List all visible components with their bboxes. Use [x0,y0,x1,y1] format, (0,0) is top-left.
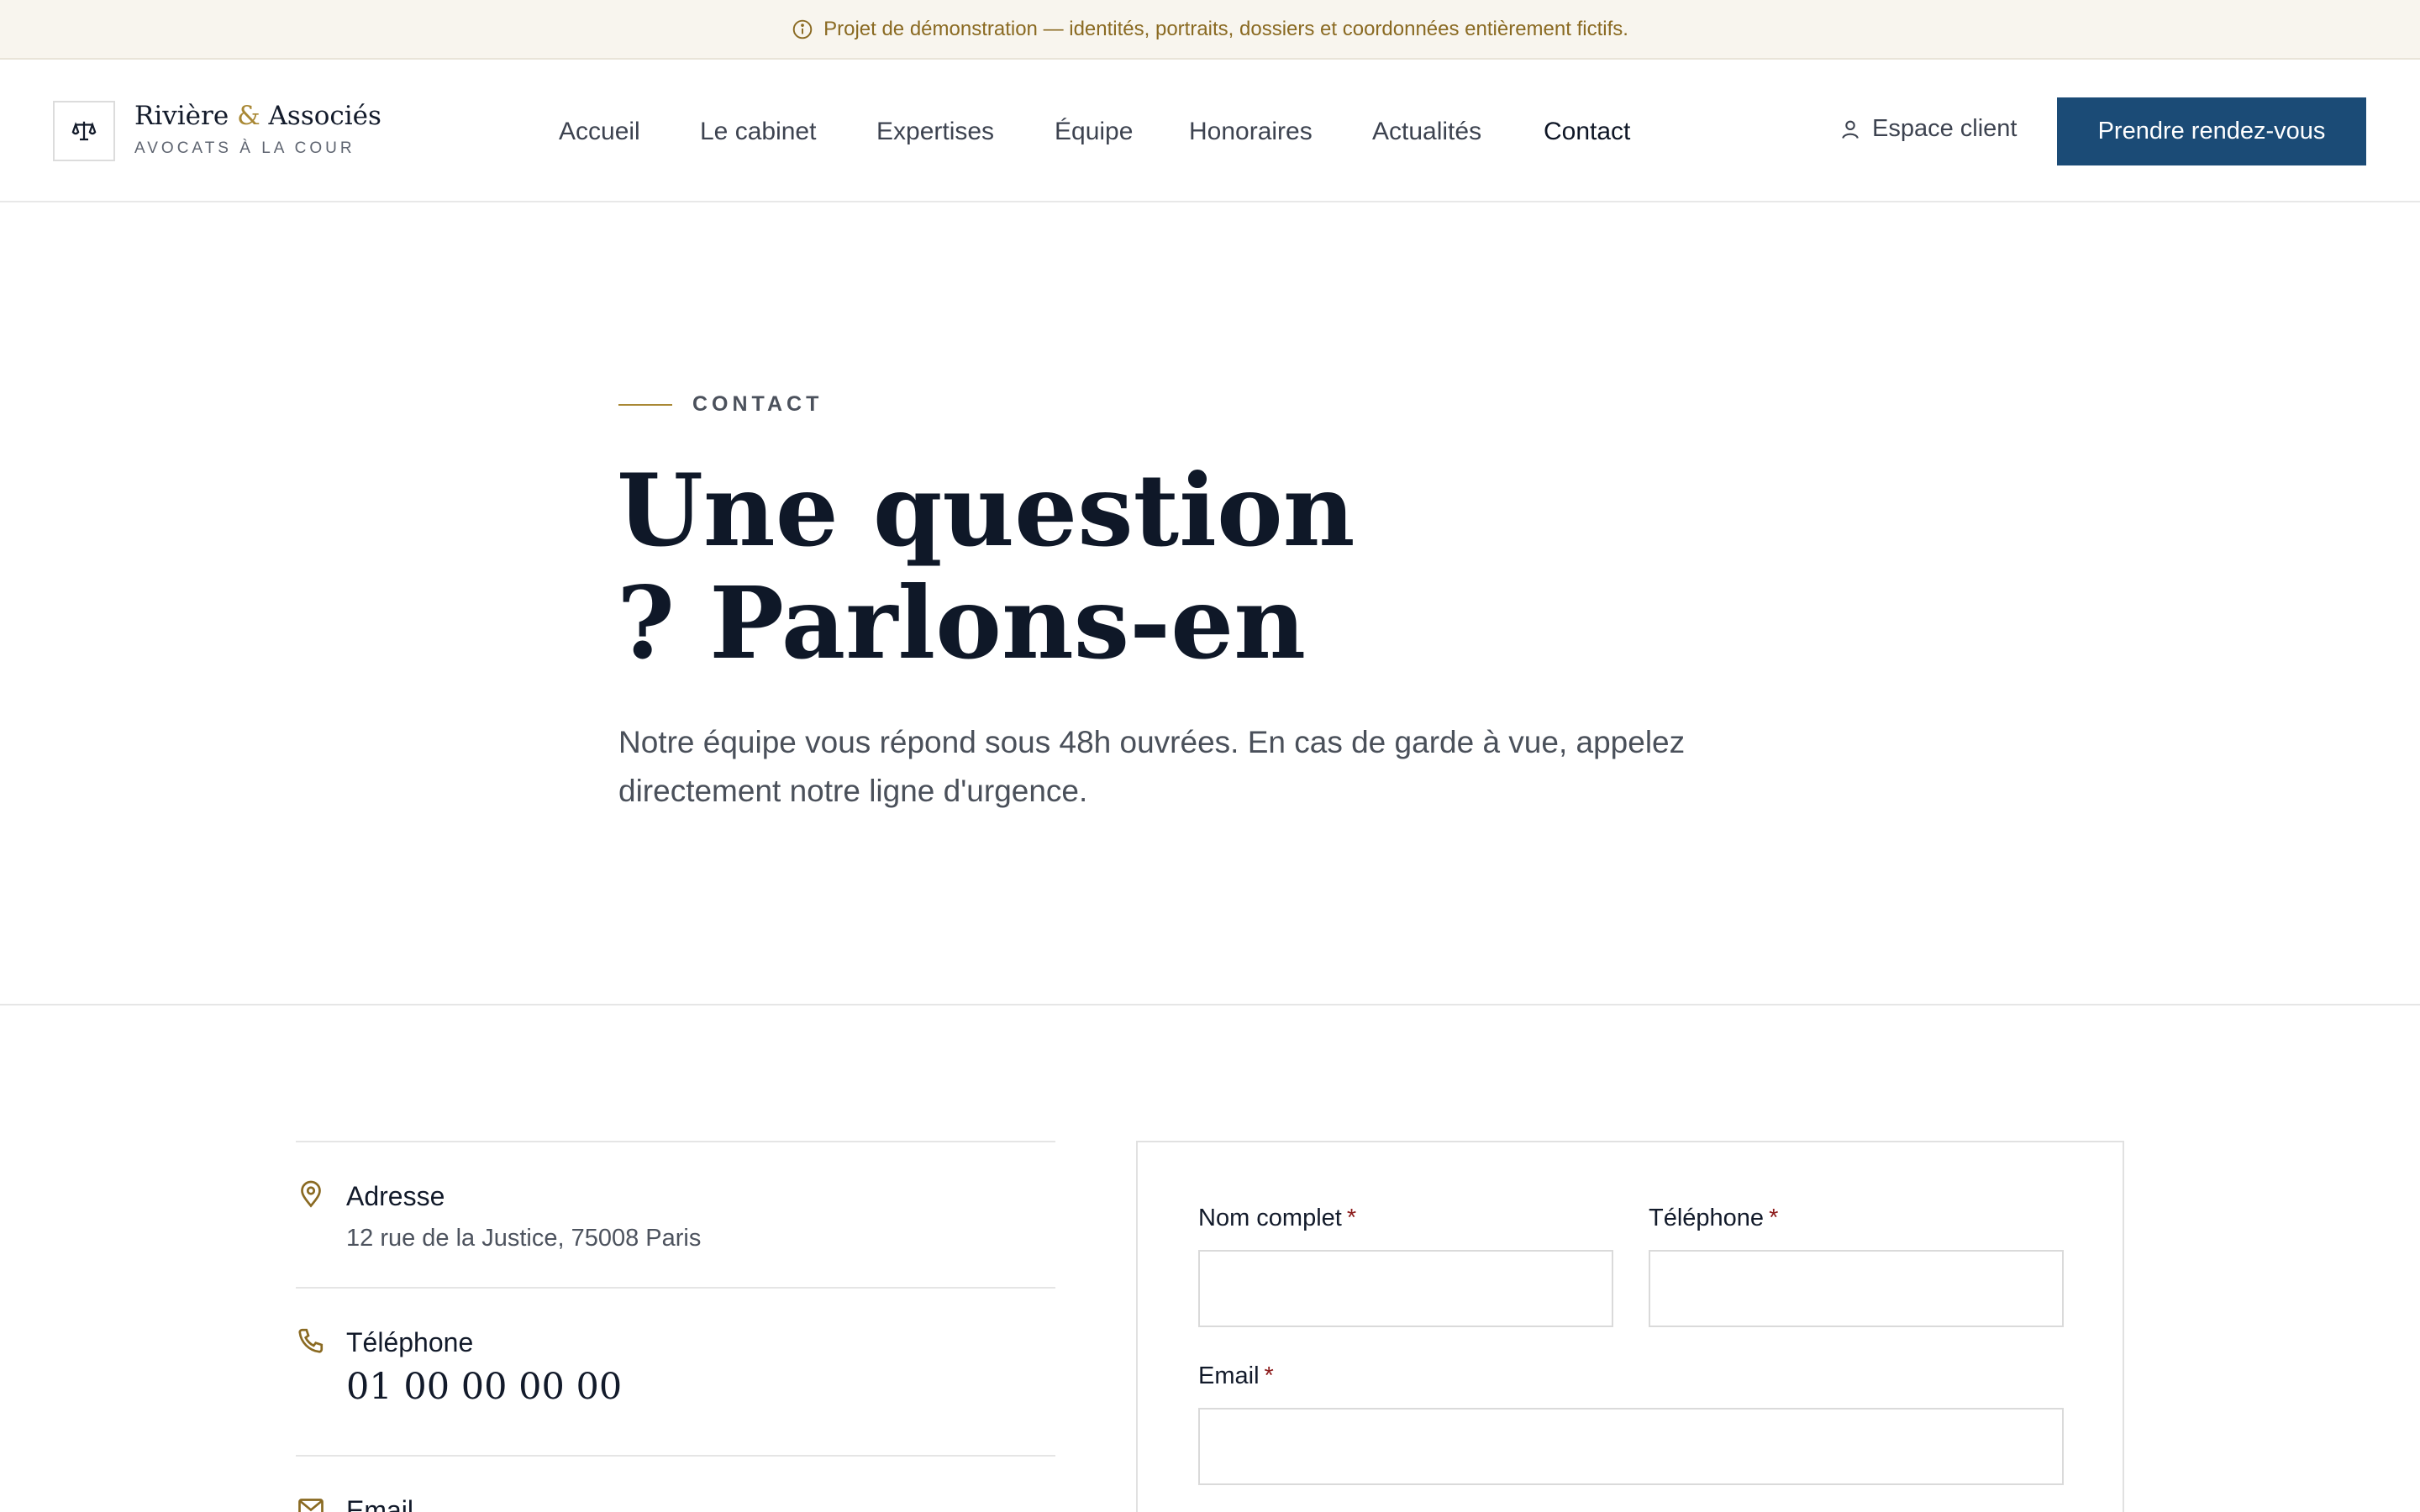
email-field-label: Email * [1198,1362,1274,1390]
nav-honoraires[interactable]: Honoraires [1189,117,1313,147]
hero-lead: Notre équipe vous répond sous 48h ouvrée… [618,725,1686,808]
required-mark: * [1769,1205,1779,1231]
page-title-line-2: ? Parlons-en [617,564,1307,681]
full-name-input[interactable] [1198,1250,1613,1327]
email-label-text: Email [1198,1362,1260,1389]
client-space-label: Espace client [1872,115,2018,142]
address-label: Adresse [346,1181,445,1211]
eyebrow-text: CONTACT [692,392,823,416]
phone-label-text: Téléphone [1649,1205,1765,1231]
client-space-link[interactable]: Espace client [1839,115,2018,143]
contact-info: Adresse 12 rue de la Justice, 75008 Pari… [296,1141,1055,1512]
name-field-label: Nom complet * [1198,1205,1356,1232]
email-input[interactable] [1198,1408,2064,1485]
phone-number-link[interactable]: 01 00 00 00 00 [346,1366,622,1408]
page-title-line-1: Une question [617,452,1355,569]
email-label: Email [346,1495,414,1512]
nav-actualites[interactable]: Actualités [1372,117,1481,147]
site-header: Rivière & Associés AVOCATS À LA COUR Acc… [0,60,2420,202]
phone-input[interactable] [1649,1250,2064,1327]
address-block: Adresse 12 rue de la Justice, 75008 Pari… [296,1141,1055,1287]
nav-equipe[interactable]: Équipe [1055,117,1133,147]
eyebrow: CONTACT [618,392,823,417]
nav-contact[interactable]: Contact [1544,117,1630,147]
email-block: Email [296,1455,1055,1512]
info-circle-icon [792,19,813,39]
required-mark: * [1346,1205,1357,1231]
name-label-text: Nom complet [1198,1205,1342,1231]
hero-section: CONTACT Une question ? Parlons-en Notre … [0,202,2420,1005]
phone-label: Téléphone [346,1327,474,1357]
map-pin-icon [301,1180,321,1208]
book-appointment-button[interactable]: Prendre rendez-vous [2057,97,2366,165]
phone-block: Téléphone 01 00 00 00 00 [296,1287,1055,1455]
address-value: 12 rue de la Justice, 75008 Paris [346,1225,702,1252]
mail-icon [298,1499,324,1512]
eyebrow-rule [618,403,672,406]
nav-expertises[interactable]: Expertises [876,117,994,147]
banner-text: Projet de démonstration — identités, por… [823,17,1628,40]
demo-banner: Projet de démonstration — identités, por… [0,0,2420,60]
user-icon [1842,120,1859,139]
phone-icon [298,1328,324,1353]
phone-field-label: Téléphone * [1649,1205,1778,1232]
required-mark: * [1264,1362,1274,1389]
page-title: Une question ? Parlons-en [617,454,1373,680]
nav-accueil[interactable]: Accueil [559,117,640,147]
nav-le-cabinet[interactable]: Le cabinet [700,117,816,147]
contact-form: Nom complet * Téléphone * Email * [1136,1141,2124,1512]
